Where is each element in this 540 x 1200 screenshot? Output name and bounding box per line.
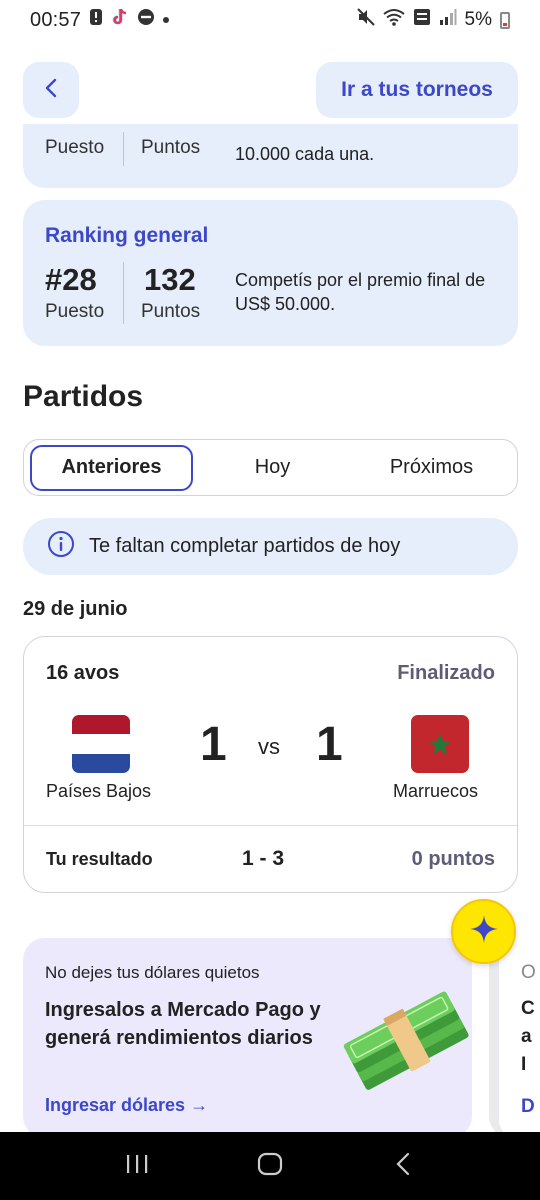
next-promo-card[interactable]: O C a I D bbox=[489, 938, 540, 1138]
points-label: Puntos bbox=[141, 301, 201, 322]
your-result-label: Tu resultado bbox=[46, 849, 153, 869]
money-stack-icon bbox=[333, 984, 472, 1099]
points-label: Puntos bbox=[141, 137, 201, 158]
battery-percentage: 5% bbox=[464, 9, 492, 30]
tournament-ranking-card: Puesto Puntos 10.000 cada una. bbox=[23, 124, 518, 188]
more-notifications-icon bbox=[163, 17, 170, 23]
morocco-flag-icon bbox=[411, 715, 469, 773]
tab-anteriores[interactable]: Anteriores bbox=[30, 444, 193, 491]
back-nav-button[interactable] bbox=[373, 1136, 433, 1196]
clock: 00:57 bbox=[30, 8, 82, 31]
promo-card[interactable]: No dejes tus dólares quietos Ingresalos … bbox=[23, 938, 472, 1138]
banner-text: Te faltan completar partidos de hoy bbox=[89, 535, 401, 557]
wifi-icon bbox=[382, 8, 405, 32]
away-team-name: Marruecos bbox=[393, 781, 479, 801]
prize-description: 10.000 cada una. bbox=[235, 144, 375, 164]
next-promo-fragment: a bbox=[521, 1026, 532, 1047]
battery-icon bbox=[500, 11, 510, 29]
match-date: 29 de junio bbox=[23, 598, 128, 620]
chevron-left-icon bbox=[44, 78, 58, 103]
matches-tabs: Anteriores Hoy Próximos bbox=[23, 439, 518, 496]
volte-icon bbox=[413, 8, 431, 32]
matches-section-title: Partidos bbox=[23, 380, 144, 413]
status-bar-right: 5% bbox=[356, 8, 510, 32]
ai-assistant-button[interactable] bbox=[451, 899, 516, 964]
match-card[interactable]: 16 avos Finalizado Países Bajos 1 vs 1 M… bbox=[23, 636, 518, 893]
back-button[interactable] bbox=[23, 62, 79, 118]
do-not-disturb-icon bbox=[137, 8, 155, 32]
home-button[interactable] bbox=[240, 1136, 300, 1196]
position-label: Puesto bbox=[45, 137, 105, 158]
next-promo-fragment: O bbox=[521, 962, 536, 983]
home-team-name: Países Bajos bbox=[46, 781, 152, 801]
stat-divider bbox=[123, 262, 124, 324]
position-value: #28 bbox=[45, 262, 97, 297]
your-result-score: 1 - 3 bbox=[242, 847, 285, 870]
mute-icon bbox=[356, 8, 375, 32]
points-value: 132 bbox=[144, 262, 196, 297]
versus-label: vs bbox=[258, 734, 280, 759]
sparkle-icon bbox=[468, 913, 500, 950]
next-promo-card-inner: O C a I D bbox=[499, 938, 540, 1138]
match-round: 16 avos bbox=[46, 662, 120, 684]
back-nav-icon bbox=[395, 1152, 411, 1181]
screen: 00:57 5% Ir a tus torneos Puesto Puntos … bbox=[0, 0, 540, 1200]
general-ranking-card: Ranking general #28 Puesto 132 Puntos Co… bbox=[23, 200, 518, 346]
promo-title: Ingresalos a Mercado Pago y generá rendi… bbox=[45, 999, 321, 1049]
pending-matches-banner[interactable]: Te faltan completar partidos de hoy bbox=[23, 518, 518, 575]
signal-icon bbox=[439, 8, 457, 32]
home-icon bbox=[257, 1152, 283, 1181]
netherlands-flag-icon bbox=[72, 715, 130, 773]
away-score: 1 bbox=[316, 718, 343, 771]
tiktok-icon bbox=[111, 7, 129, 33]
your-result-points: 0 puntos bbox=[411, 848, 495, 870]
recent-apps-icon bbox=[125, 1153, 149, 1180]
go-to-tournaments-button[interactable]: Ir a tus torneos bbox=[316, 62, 518, 118]
next-promo-fragment: D bbox=[521, 1096, 535, 1117]
prize-description: Competís por el premio final de US$ 50.0… bbox=[235, 270, 486, 314]
system-nav-bar bbox=[0, 1132, 540, 1200]
general-ranking-title: Ranking general bbox=[45, 224, 209, 247]
next-promo-fragment: C bbox=[521, 998, 535, 1019]
notification-app-icon bbox=[89, 8, 103, 32]
home-score: 1 bbox=[200, 718, 227, 771]
match-card-divider bbox=[24, 825, 517, 826]
match-status: Finalizado bbox=[397, 662, 495, 684]
status-bar: 00:57 5% bbox=[0, 0, 540, 40]
next-promo-fragment: I bbox=[521, 1054, 527, 1075]
promo-subtitle: No dejes tus dólares quietos bbox=[45, 963, 260, 982]
info-icon bbox=[47, 530, 75, 564]
tab-proximos[interactable]: Próximos bbox=[352, 445, 511, 491]
position-label: Puesto bbox=[45, 301, 105, 322]
status-bar-left: 00:57 bbox=[30, 7, 170, 33]
recent-apps-button[interactable] bbox=[107, 1136, 167, 1196]
stat-divider bbox=[123, 132, 124, 166]
deposit-dollars-link[interactable]: Ingresar dólares → bbox=[45, 1095, 208, 1116]
tab-hoy[interactable]: Hoy bbox=[193, 445, 352, 491]
